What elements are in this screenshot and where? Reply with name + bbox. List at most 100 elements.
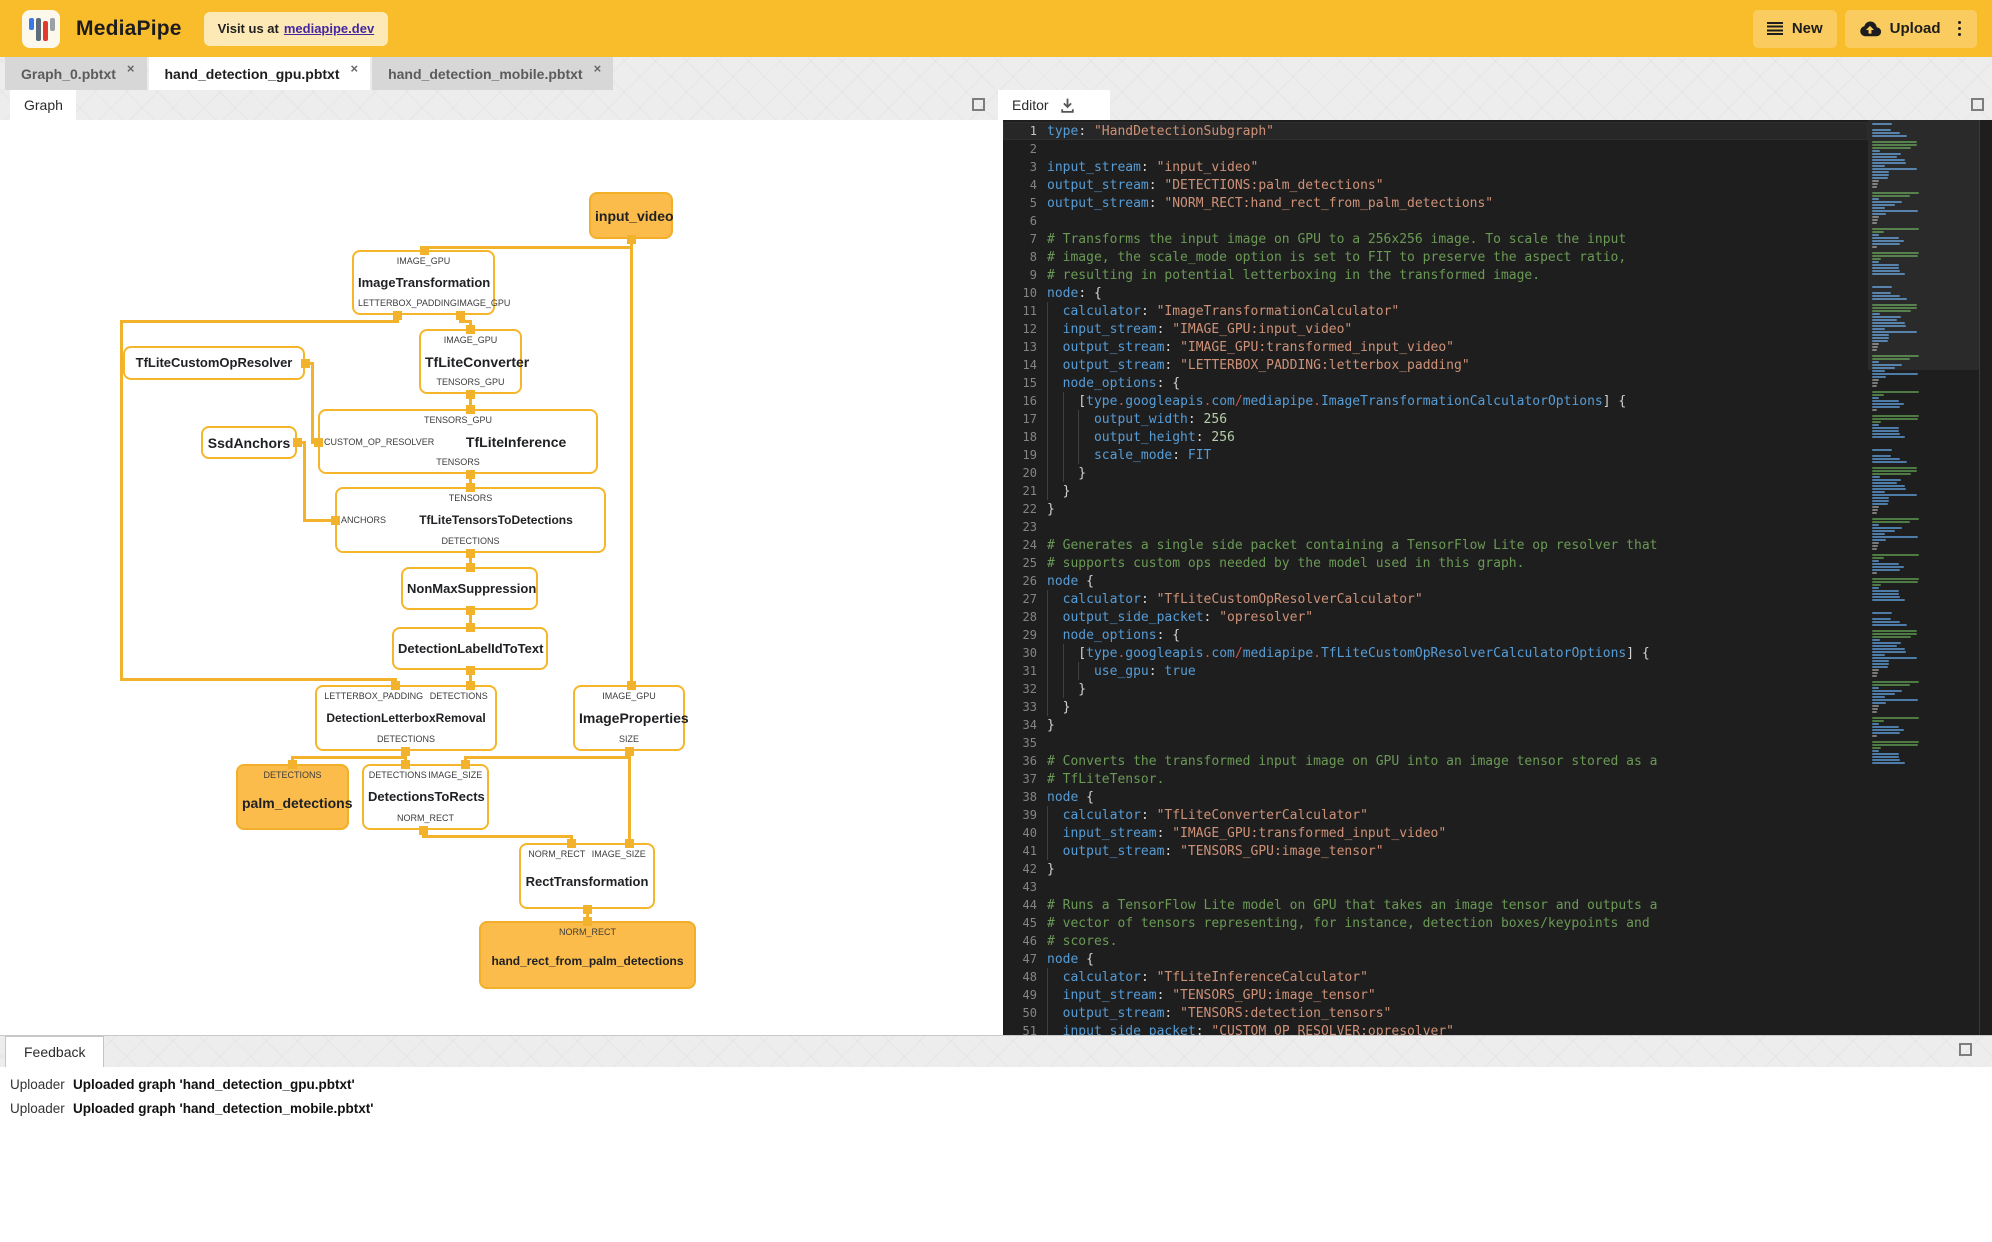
line-number: 17 — [1022, 412, 1037, 426]
close-icon[interactable]: × — [349, 61, 361, 76]
line-number: 5 — [1029, 196, 1037, 210]
indent-guide — [1062, 464, 1064, 482]
port-square — [292, 437, 302, 447]
tab-feedback[interactable]: Feedback — [5, 1036, 105, 1067]
visit-link[interactable]: Visit us at mediapipe.dev — [203, 11, 389, 46]
editor-scrollbar[interactable] — [1979, 120, 1992, 1035]
line-number: 8 — [1029, 250, 1037, 264]
feedback-log: Uploader Uploaded graph 'hand_detection_g… — [0, 1067, 1992, 1242]
graph-node-NonMaxSuppression[interactable]: NonMaxSuppression — [401, 567, 538, 610]
code-line: 14 output_stream: "LETTERBOX_PADDING:let… — [1003, 356, 1868, 374]
node-output-ports: DETECTIONS — [376, 734, 435, 744]
node-title: ImageTransformation — [358, 274, 491, 290]
kebab-menu-icon[interactable] — [1956, 19, 1964, 39]
graph-node-palm_detections[interactable]: DETECTIONS palm_detections — [236, 764, 353, 830]
line-number: 22 — [1022, 502, 1037, 516]
node-title-row: DetectionLetterboxRemoval — [321, 702, 491, 734]
port-square — [465, 469, 475, 479]
file-tab-Graph_0.pbtxt[interactable]: Graph_0.pbtxt × — [5, 57, 147, 90]
code-line: 29 node_options: { — [1003, 626, 1868, 644]
tab-editor[interactable]: Editor — [998, 90, 1110, 120]
graph-node-TfLiteCustomOpResolver[interactable]: TfLiteCustomOpResolver — [123, 346, 305, 380]
code-editor[interactable]: 1 type: "HandDetectionSubgraph" 2 3 input_st… — [1003, 120, 1992, 1035]
node-input-ports: NORM_RECT — [558, 927, 616, 937]
close-icon[interactable]: × — [125, 61, 137, 76]
feedback-message: Uploaded graph 'hand_detection_mobile.pb… — [73, 1101, 374, 1116]
editor-minimap[interactable] — [1868, 120, 1979, 1035]
feedback-expand-button[interactable] — [1959, 1043, 1972, 1056]
graph-node-RectTransformation[interactable]: NORM_RECT IMAGE_SIZE RectTransformation — [519, 843, 655, 909]
line-number: 36 — [1022, 754, 1037, 768]
file-tab-hand_detection_mobile.pbtxt[interactable]: hand_detection_mobile.pbtxt × — [372, 57, 614, 90]
indent-guide — [1047, 1022, 1048, 1035]
code-line: 26 node { — [1003, 572, 1868, 590]
app-header: MediaPipe Visit us at mediapipe.dev New … — [0, 0, 1992, 57]
file-tab-hand_detection_gpu.pbtxt[interactable]: hand_detection_gpu.pbtxt × — [148, 57, 371, 90]
line-number: 4 — [1029, 178, 1037, 192]
node-title: DetectionLabelIdToText — [398, 640, 544, 656]
node-title: palm_detections — [242, 794, 353, 811]
line-number: 35 — [1022, 736, 1037, 750]
port-square — [465, 665, 475, 675]
close-icon[interactable]: × — [592, 61, 604, 76]
visit-url[interactable]: mediapipe.dev — [284, 21, 374, 36]
node-input-ports: TENSORS — [448, 493, 493, 503]
indent-guide — [1047, 464, 1048, 482]
indent-guide — [1047, 842, 1048, 860]
line-number: 50 — [1022, 1006, 1037, 1020]
graph-node-SsdAnchors[interactable]: SsdAnchors — [201, 426, 297, 459]
graph-canvas[interactable]: input_video IMAGE_GPU ImageTransformation L… — [0, 120, 1003, 1035]
line-number: 44 — [1022, 898, 1037, 912]
code-line: 32 } — [1003, 680, 1868, 698]
line-number: 19 — [1022, 448, 1037, 462]
code-line: 36 # Converts the transformed input image… — [1003, 752, 1868, 770]
port-square — [330, 515, 340, 525]
graph-expand-button[interactable] — [972, 98, 985, 111]
code-line: 38 node { — [1003, 788, 1868, 806]
line-number: 1 — [1029, 124, 1037, 138]
graph-node-TfLiteConverter[interactable]: IMAGE_GPU TfLiteConverter TENSORS_GPU — [419, 329, 529, 394]
graph-node-TfLiteInference[interactable]: TENSORS_GPU CUSTOM_OP_RESOLVER TfLiteInfer… — [318, 409, 598, 474]
line-number: 10 — [1022, 286, 1037, 300]
graph-node-DetectionLabelIdToText[interactable]: DetectionLabelIdToText — [392, 627, 548, 670]
code-area[interactable]: 1 type: "HandDetectionSubgraph" 2 3 input_st… — [1003, 122, 1868, 1035]
line-number: 9 — [1029, 268, 1037, 282]
code-line: 48 calculator: "TfLiteInferenceCalculato… — [1003, 968, 1868, 986]
graph-tab-label: Graph — [24, 97, 63, 113]
graph-node-hand_rect_from_palm_detections[interactable]: NORM_RECT hand_rect_from_palm_detections — [479, 921, 696, 989]
line-number: 23 — [1022, 520, 1037, 534]
code-line: 6 — [1003, 212, 1868, 230]
graph-node-DetectionsToRects[interactable]: DETECTIONS IMAGE_SIZE DetectionsToRects NOR… — [362, 764, 489, 830]
node-input-ports: IMAGE_GPU — [443, 335, 498, 345]
download-icon[interactable] — [1059, 97, 1076, 114]
header-actions: New Upload — [1752, 9, 1977, 48]
upload-button[interactable]: Upload — [1844, 9, 1977, 48]
port-square — [626, 234, 636, 244]
code-line: 27 calculator: "TfLiteCustomOpResolverCa… — [1003, 590, 1868, 608]
new-button[interactable]: New — [1752, 9, 1837, 48]
code-line: 20 } — [1003, 464, 1868, 482]
line-number: 6 — [1029, 214, 1037, 228]
graph-node-ImageProperties[interactable]: IMAGE_GPU ImageProperties SIZE — [573, 685, 689, 751]
indent-guide — [1078, 446, 1080, 464]
node-output-ports: NORM_RECT — [396, 813, 454, 823]
graph-node-ImageTransformation[interactable]: IMAGE_GPU ImageTransformation LETTERBOX_PA… — [352, 250, 510, 315]
indent-guide — [1047, 302, 1048, 320]
code-line: 44 # Runs a TensorFlow Lite model on GPU … — [1003, 896, 1868, 914]
code-line: 39 calculator: "TfLiteConverterCalculato… — [1003, 806, 1868, 824]
graph-node-TfLiteTensorsToDetections[interactable]: TENSORS ANCHORS TfLiteTensorsToDetections D… — [335, 487, 606, 553]
node-title-row: CUSTOM_OP_RESOLVER TfLiteInference — [324, 426, 592, 457]
port-square — [465, 680, 475, 690]
graph-node-input_video[interactable]: input_video — [589, 192, 674, 239]
line-number: 24 — [1022, 538, 1037, 552]
line-number: 31 — [1022, 664, 1037, 678]
tab-graph[interactable]: Graph — [10, 90, 76, 120]
code-line: 45 # vector of tensors representing, for … — [1003, 914, 1868, 932]
line-number: 40 — [1022, 826, 1037, 840]
graph-node-DetectionLetterboxRemoval[interactable]: LETTERBOX_PADDING DETECTIONS DetectionLett… — [315, 685, 497, 751]
port-square — [465, 482, 475, 492]
editor-expand-button[interactable] — [1971, 98, 1984, 111]
port-square — [455, 310, 465, 320]
code-line: 49 input_stream: "TENSORS_GPU:image_tens… — [1003, 986, 1868, 1004]
line-number: 38 — [1022, 790, 1037, 804]
